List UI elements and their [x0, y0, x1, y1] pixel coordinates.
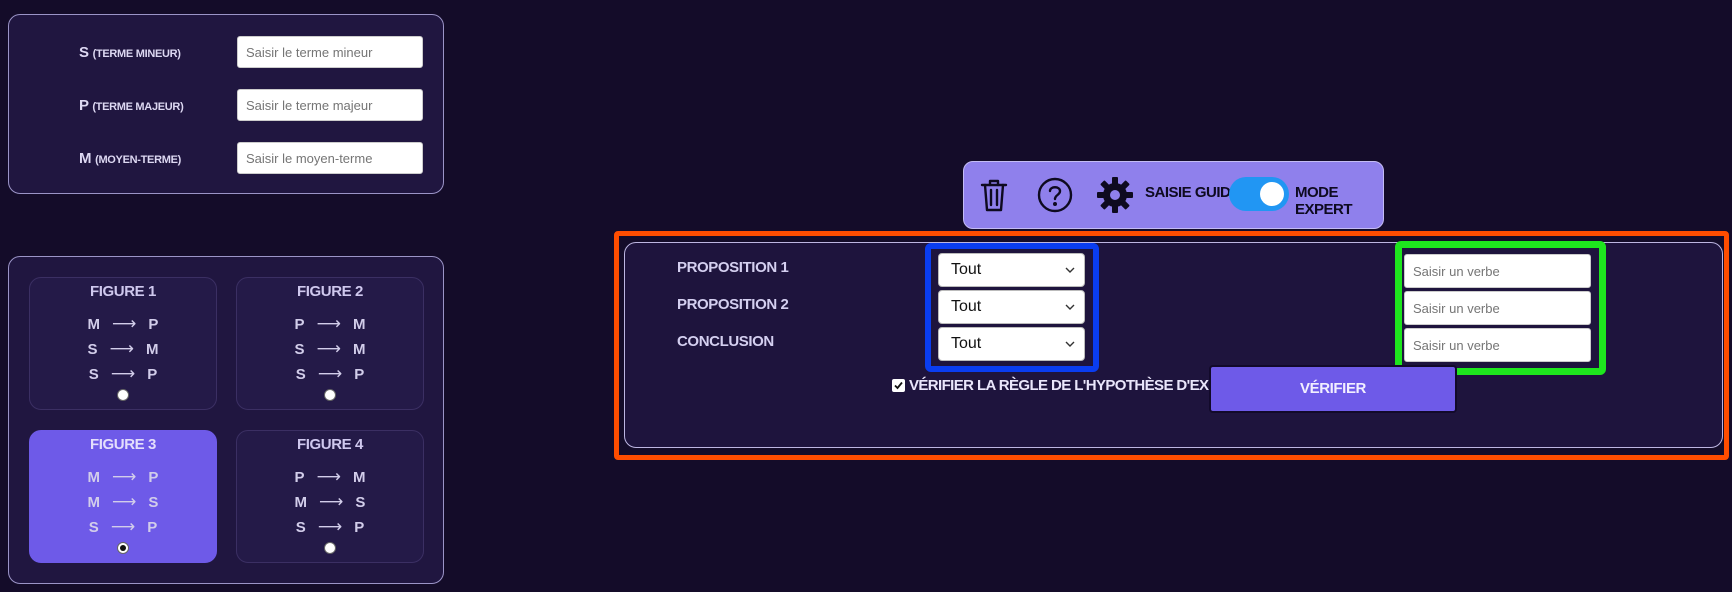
conclusion-label: Conclusion	[677, 333, 774, 350]
help-icon[interactable]	[1035, 175, 1075, 215]
figure-line: M ⟶ S	[87, 492, 159, 512]
proposition-2-label: Proposition 2	[677, 296, 789, 313]
figure-title: Figure 4	[297, 436, 363, 453]
term-row-p: P (terme majeur)	[9, 89, 443, 123]
figure-line: S ⟶ P	[88, 517, 158, 537]
figure-radio-2[interactable]	[324, 389, 336, 401]
figure-line: M ⟶ S	[294, 492, 366, 512]
middle-term-input[interactable]	[237, 142, 423, 174]
term-row-m: M (moyen-terme)	[9, 142, 443, 176]
figure-line: M ⟶ P	[87, 467, 159, 487]
chevron-down-icon	[1065, 267, 1075, 273]
quantifier-select-2[interactable]: Tout	[938, 290, 1085, 324]
minor-term-input[interactable]	[237, 36, 423, 68]
existence-checkbox[interactable]	[892, 379, 905, 392]
term-label-p: P (terme majeur)	[79, 97, 184, 114]
gear-icon[interactable]	[1095, 175, 1135, 215]
figure-title: Figure 1	[90, 283, 156, 300]
mode-toggle[interactable]	[1229, 177, 1289, 211]
figure-line: S ⟶ M	[87, 339, 159, 359]
figures-panel: Figure 1 M ⟶ P S ⟶ M S ⟶ P Figure 2 P ⟶ M S ⟶ M S ⟶…	[8, 256, 444, 584]
figure-card-1[interactable]: Figure 1 M ⟶ P S ⟶ M S ⟶ P	[29, 277, 217, 410]
term-row-s: S (terme mineur)	[9, 36, 443, 70]
figure-line: P ⟶ M	[294, 314, 366, 334]
verb-input-1[interactable]	[1404, 254, 1591, 288]
verify-button[interactable]: Vérifier	[1209, 365, 1457, 413]
chevron-down-icon	[1065, 341, 1075, 347]
toggle-knob	[1260, 182, 1284, 206]
figure-card-4[interactable]: Figure 4 P ⟶ M M ⟶ S S ⟶ P	[236, 430, 424, 563]
proposition-1-label: Proposition 1	[677, 259, 789, 276]
toolbar: Saisie guidée Mode expert	[963, 161, 1384, 229]
figure-title: Figure 3	[90, 436, 156, 453]
figure-line: M ⟶ P	[87, 314, 159, 334]
verb-input-conclusion[interactable]	[1404, 328, 1591, 362]
figure-radio-4[interactable]	[324, 542, 336, 554]
term-label-m: M (moyen-terme)	[79, 150, 182, 167]
term-label-s: S (terme mineur)	[79, 44, 181, 61]
figure-line: P ⟶ M	[294, 467, 366, 487]
verb-input-2[interactable]	[1404, 291, 1591, 325]
figure-line: S ⟶ P	[295, 364, 365, 384]
figure-line: S ⟶ P	[295, 517, 365, 537]
quantifier-select-1[interactable]: Tout	[938, 253, 1085, 287]
figure-title: Figure 2	[297, 283, 363, 300]
expert-mode-label: Mode expert	[1295, 184, 1353, 218]
figure-card-2[interactable]: Figure 2 P ⟶ M S ⟶ M S ⟶ P	[236, 277, 424, 410]
figure-radio-1[interactable]	[117, 389, 129, 401]
quantifier-select-conclusion[interactable]: Tout	[938, 327, 1085, 361]
trash-icon[interactable]	[974, 175, 1014, 215]
figure-line: S ⟶ M	[294, 339, 366, 359]
figure-radio-3[interactable]	[117, 542, 129, 554]
figure-line: S ⟶ P	[88, 364, 158, 384]
terms-panel: S (terme mineur) P (terme majeur) M (moy…	[8, 14, 444, 194]
figure-card-3[interactable]: Figure 3 M ⟶ P M ⟶ S S ⟶ P	[29, 430, 217, 563]
major-term-input[interactable]	[237, 89, 423, 121]
chevron-down-icon	[1065, 304, 1075, 310]
checkmark-icon	[894, 381, 903, 390]
